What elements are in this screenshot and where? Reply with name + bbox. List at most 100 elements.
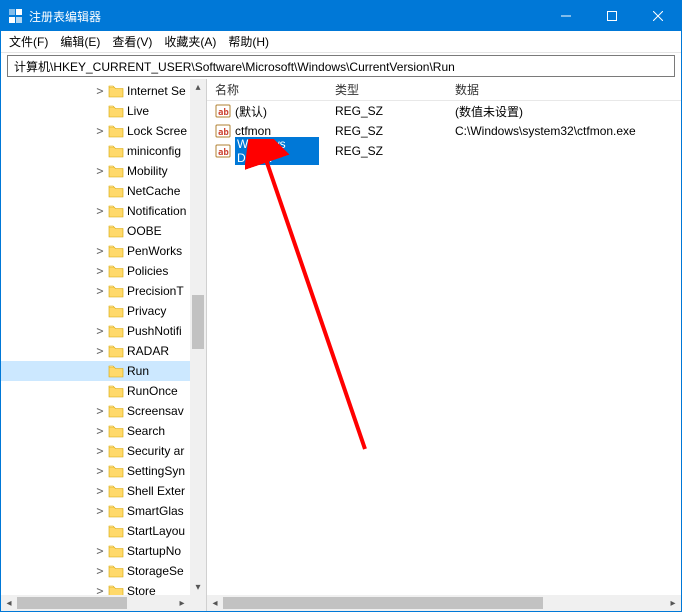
tree-item-live[interactable]: Live — [1, 101, 190, 121]
scroll-right-icon[interactable]: ▸ — [174, 595, 190, 611]
tree-scrollbar-horizontal[interactable]: ◂ ▸ — [1, 595, 190, 611]
tree-item-store[interactable]: >Store — [1, 581, 190, 595]
menu-help[interactable]: 帮助(H) — [228, 33, 269, 50]
menu-edit[interactable]: 编辑(E) — [60, 33, 100, 50]
tree-item-security-ar[interactable]: >Security ar — [1, 441, 190, 461]
title-bar[interactable]: 注册表编辑器 — [1, 1, 681, 31]
scroll-down-icon[interactable]: ▾ — [190, 579, 206, 595]
tree-item-policies[interactable]: > Policies — [1, 261, 190, 281]
tree-item-penworks[interactable]: >PenWorks — [1, 241, 190, 261]
tree-item-search[interactable]: >Search — [1, 421, 190, 441]
tree-item-startupno[interactable]: > StartupNo — [1, 541, 190, 561]
expand-icon[interactable]: > — [93, 164, 107, 178]
tree-item-settingsyn[interactable]: > SettingSyn — [1, 461, 190, 481]
tree-item-shell-exter[interactable]: > Shell Exter — [1, 481, 190, 501]
column-name[interactable]: 名称 — [207, 79, 327, 100]
maximize-button[interactable] — [589, 1, 635, 31]
expand-icon[interactable] — [93, 304, 107, 318]
folder-icon — [108, 584, 124, 595]
tree-item-label: Run — [125, 364, 149, 378]
tree-item-label: Shell Exter — [125, 484, 185, 498]
minimize-button[interactable] — [543, 1, 589, 31]
value-type: REG_SZ — [327, 124, 447, 138]
scroll-up-icon[interactable]: ▴ — [190, 79, 206, 95]
expand-icon[interactable]: > — [93, 484, 107, 498]
column-type[interactable]: 类型 — [327, 79, 447, 100]
tree-item-netcache[interactable]: NetCache — [1, 181, 190, 201]
folder-icon — [108, 204, 124, 218]
values-pane: 名称 类型 数据 (默认)REG_SZ(数值未设置)ctfmonREG_SZC:… — [207, 79, 681, 611]
tree-item-miniconfig[interactable]: miniconfig — [1, 141, 190, 161]
value-row[interactable]: (默认)REG_SZ(数值未设置) — [207, 101, 681, 121]
menu-file[interactable]: 文件(F) — [9, 33, 48, 50]
tree-item-privacy[interactable]: Privacy — [1, 301, 190, 321]
tree-item-startlayou[interactable]: StartLayou — [1, 521, 190, 541]
expand-icon[interactable]: > — [93, 564, 107, 578]
scroll-left-icon[interactable]: ◂ — [1, 595, 17, 611]
menu-favorites[interactable]: 收藏夹(A) — [164, 33, 216, 50]
expand-icon[interactable]: > — [93, 124, 107, 138]
tree-item-internet-se[interactable]: >Internet Se — [1, 81, 190, 101]
tree-item-mobility[interactable]: >Mobility — [1, 161, 190, 181]
folder-icon — [108, 104, 124, 118]
tree-item-lock-scree[interactable]: >Lock Scree — [1, 121, 190, 141]
list-scrollbar-horizontal[interactable]: ◂ ▸ — [207, 595, 681, 611]
tree-item-runonce[interactable]: RunOnce — [1, 381, 190, 401]
expand-icon[interactable]: > — [93, 544, 107, 558]
scroll-thumb-horizontal[interactable] — [223, 597, 543, 609]
expand-icon[interactable]: > — [93, 444, 107, 458]
expand-icon[interactable] — [93, 104, 107, 118]
scroll-left-icon[interactable]: ◂ — [207, 595, 223, 611]
tree-item-screensav[interactable]: >Screensav — [1, 401, 190, 421]
tree-item-run[interactable]: Run — [1, 361, 190, 381]
folder-icon — [108, 544, 124, 558]
expand-icon[interactable] — [93, 384, 107, 398]
expand-icon[interactable]: > — [93, 504, 107, 518]
tree-item-smartglas[interactable]: >SmartGlas — [1, 501, 190, 521]
expand-icon[interactable] — [93, 224, 107, 238]
close-button[interactable] — [635, 1, 681, 31]
value-row[interactable]: Windows Defe...REG_SZ — [207, 141, 681, 161]
tree-item-label: Policies — [125, 264, 168, 278]
scroll-thumb-horizontal[interactable] — [17, 597, 127, 609]
tree-item-storagese[interactable]: >StorageSe — [1, 561, 190, 581]
expand-icon[interactable]: > — [93, 264, 107, 278]
tree-item-radar[interactable]: >RADAR — [1, 341, 190, 361]
tree-item-precisiont[interactable]: >PrecisionT — [1, 281, 190, 301]
expand-icon[interactable]: > — [93, 404, 107, 418]
expand-icon[interactable]: > — [93, 464, 107, 478]
expand-icon[interactable] — [93, 144, 107, 158]
expand-icon[interactable] — [93, 364, 107, 378]
expand-icon[interactable] — [93, 524, 107, 538]
folder-icon — [108, 464, 124, 478]
expand-icon[interactable]: > — [93, 244, 107, 258]
column-header[interactable]: 名称 类型 数据 — [207, 79, 681, 101]
menu-view[interactable]: 查看(V) — [112, 33, 152, 50]
scroll-right-icon[interactable]: ▸ — [665, 595, 681, 611]
tree-list[interactable]: >Internet Se Live>Lock Scree miniconfig >… — [1, 79, 190, 595]
expand-icon[interactable]: > — [93, 424, 107, 438]
tree-item-label: miniconfig — [125, 144, 181, 158]
expand-icon[interactable]: > — [93, 204, 107, 218]
tree-item-oobe[interactable]: OOBE — [1, 221, 190, 241]
folder-icon — [108, 224, 124, 238]
tree-item-label: SettingSyn — [125, 464, 185, 478]
tree-item-label: NetCache — [125, 184, 180, 198]
tree-item-pushnotifi[interactable]: > PushNotifi — [1, 321, 190, 341]
tree-item-label: PushNotifi — [125, 324, 182, 338]
scroll-thumb-vertical[interactable] — [192, 295, 204, 349]
tree-item-notification[interactable]: >Notification — [1, 201, 190, 221]
expand-icon[interactable] — [93, 184, 107, 198]
expand-icon[interactable]: > — [93, 84, 107, 98]
expand-icon[interactable]: > — [93, 344, 107, 358]
column-data[interactable]: 数据 — [447, 79, 681, 100]
value-list[interactable]: (默认)REG_SZ(数值未设置)ctfmonREG_SZC:\Windows\… — [207, 101, 681, 161]
expand-icon[interactable]: > — [93, 284, 107, 298]
tree-item-label: StartLayou — [125, 524, 185, 538]
value-name: ctfmon — [235, 124, 271, 138]
tree-item-label: StartupNo — [125, 544, 181, 558]
expand-icon[interactable]: > — [93, 584, 107, 595]
tree-scrollbar-vertical[interactable]: ▴ ▾ — [190, 79, 206, 595]
address-input[interactable]: 计算机\HKEY_CURRENT_USER\Software\Microsoft… — [7, 55, 675, 77]
expand-icon[interactable]: > — [93, 324, 107, 338]
